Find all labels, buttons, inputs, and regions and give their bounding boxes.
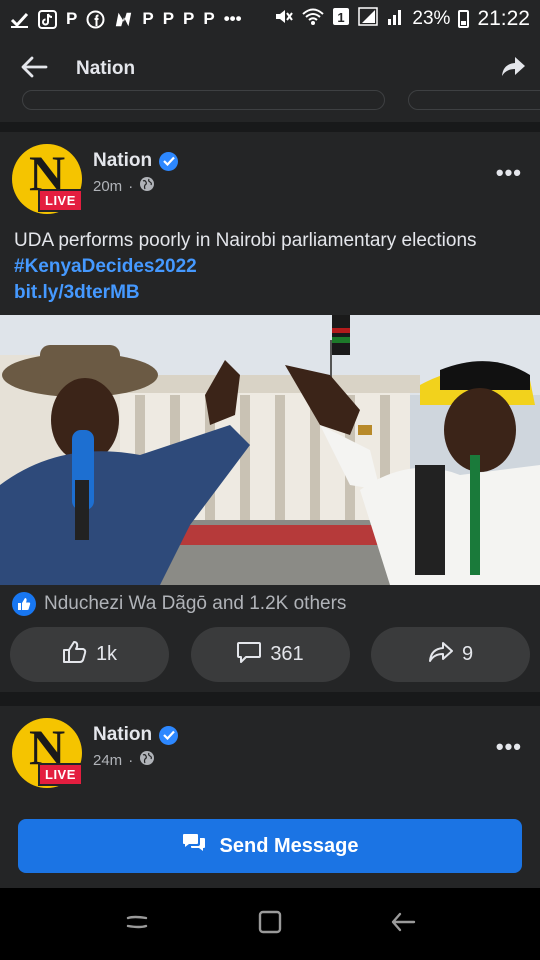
reactions-summary[interactable]: Nduchezi Wa Dãgō and 1.2K others [12,592,346,616]
p-icon: P [66,9,78,28]
live-badge: LIVE [38,763,83,786]
page-name-text: Nation [93,150,153,171]
previous-post-button[interactable] [22,90,385,110]
tiktok-icon [38,9,57,29]
p-icon: P [142,9,154,28]
post-text: UDA performs poorly in Nairobi parliamen… [14,228,530,306]
share-button[interactable]: 9 [371,627,530,682]
post-photo-illustration [0,315,540,585]
status-bar: P P P P P ••• 1 23% 21:22 [0,0,540,38]
page-name-text: Nation [93,724,153,745]
post-photo[interactable] [0,315,540,585]
post-time[interactable]: 20m [93,178,122,195]
post-text-body: UDA performs poorly in Nairobi parliamen… [14,230,477,251]
svg-text:1: 1 [338,10,345,25]
wifi-icon [302,7,325,32]
post-card: N LIVE Nation 20m · ••• UDA performs poo… [0,132,540,692]
clock: 21:22 [477,7,530,30]
thumbs-up-icon [62,640,88,670]
check-icon [10,10,29,29]
notification-icons: P P P P P ••• [10,9,242,29]
verified-badge-icon [159,151,179,171]
share-count: 9 [461,643,474,665]
battery-icon [458,10,470,28]
recent-apps-icon[interactable] [124,909,150,940]
like-button[interactable]: 1k [10,627,169,682]
messenger-chat-icon [182,832,206,860]
verified-badge-icon [159,725,179,745]
send-message-label: Send Message [219,834,359,857]
p-icon: P [203,9,215,28]
battery-percent: 23% [412,8,451,29]
meta-separator: · [128,751,134,769]
post-meta: 24m · [93,750,155,770]
n-icon [114,10,133,29]
like-count: 1k [95,643,118,665]
send-message-button[interactable]: Send Message [18,819,522,873]
post-options-button[interactable]: ••• [496,734,522,760]
share-icon[interactable] [500,55,526,84]
globe-icon [139,176,155,196]
hashtag-link[interactable]: #KenyaDecides2022 [14,254,530,280]
system-nav-bar [0,888,540,960]
more-notifications-icon: ••• [223,9,242,28]
comment-button[interactable]: 361 [190,627,350,682]
mute-icon [274,7,294,32]
url-link[interactable]: bit.ly/3dterMB [14,280,530,306]
post-card: N LIVE Nation 24m · ••• [0,706,540,806]
reactions-text: Nduchezi Wa Dãgō and 1.2K others [44,593,347,614]
signal-icon [358,6,379,32]
globe-icon [139,750,155,770]
p-icon: P [183,9,195,28]
avatar[interactable]: N LIVE [12,144,83,214]
previous-post-button[interactable] [408,90,540,110]
like-reaction-icon [12,592,36,616]
post-time[interactable]: 24m [93,752,122,769]
comment-count: 361 [270,643,304,665]
post-actions: 1k 361 9 [10,627,530,682]
comment-icon [236,640,262,670]
post-options-button[interactable]: ••• [496,160,522,186]
meta-separator: · [128,177,134,195]
back-icon[interactable] [390,909,416,940]
home-icon[interactable] [257,909,283,940]
send-message-bar: Send Message [0,806,540,888]
page-name[interactable]: Nation [93,150,179,172]
avatar[interactable]: N LIVE [12,718,83,788]
live-badge: LIVE [38,189,83,212]
sim1-icon: 1 [332,7,350,32]
back-arrow-icon[interactable] [20,55,48,84]
facebook-icon [86,10,105,29]
page-name[interactable]: Nation [93,724,179,746]
previous-post-strip [0,90,540,122]
p-icon: P [162,9,175,28]
page-title: Nation [76,58,136,79]
share-arrow-icon [428,640,454,670]
signal2-icon [386,7,404,32]
post-meta: 20m · [93,176,155,196]
